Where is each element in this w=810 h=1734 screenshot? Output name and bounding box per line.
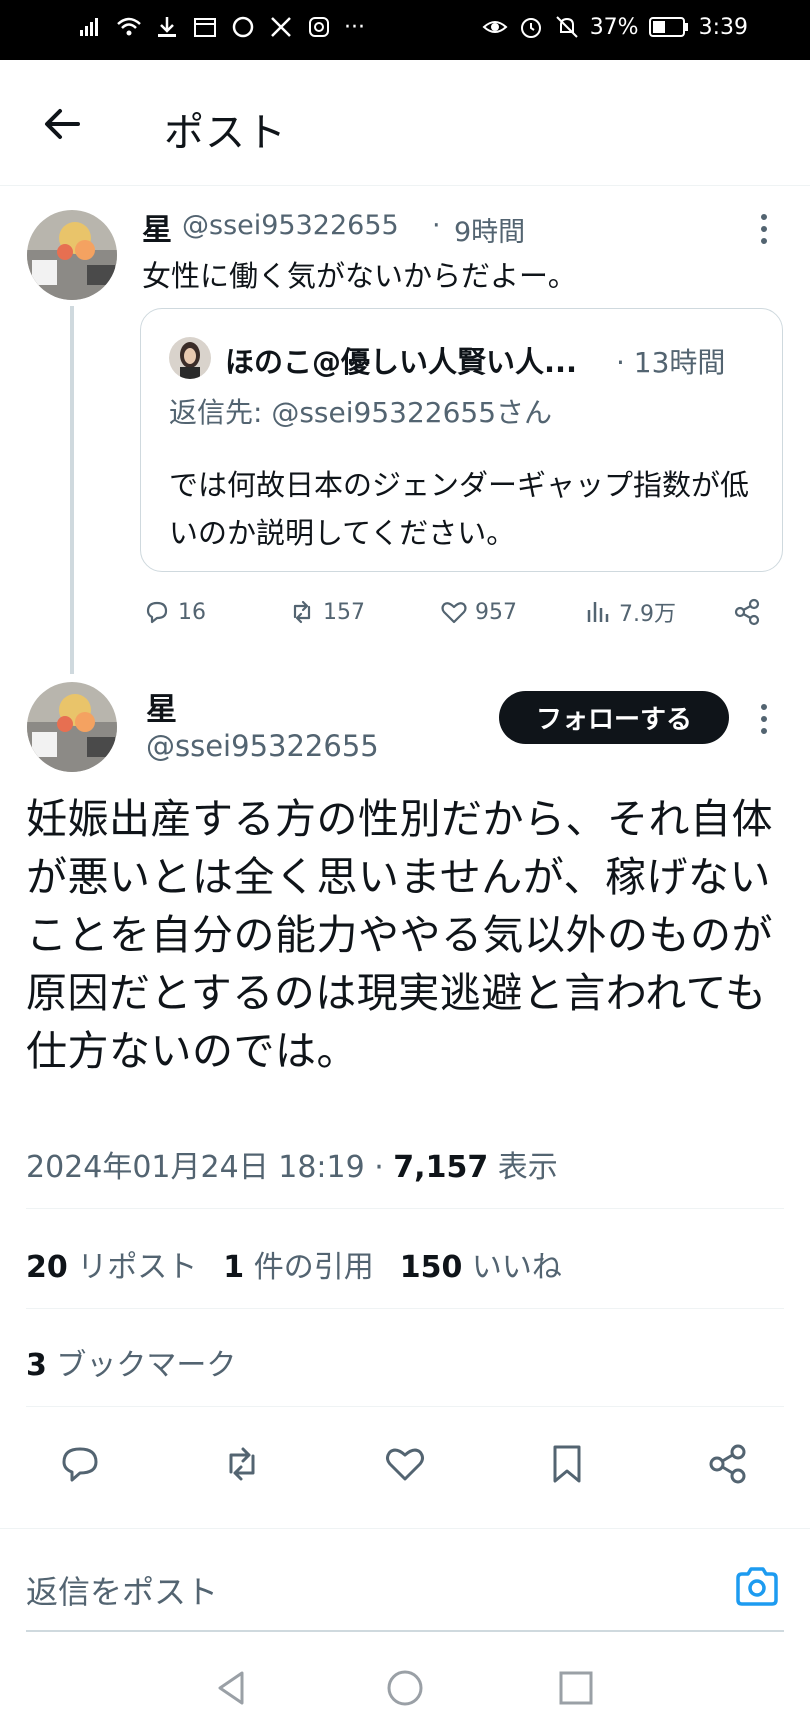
reposts-count: 20 [26,1250,68,1285]
like-icon[interactable] [383,1442,427,1486]
post-timestamp[interactable]: 2024年01月24日 18:19 · 7,157 表示 [26,1142,558,1186]
divider [26,1308,784,1309]
like-icon [441,602,467,624]
camera-icon[interactable] [734,1566,780,1608]
share-icon[interactable] [706,1442,750,1486]
quoted-post[interactable]: ほのこ@優しい人賢い人... · 13時間 返信先: @ssei95322655… [140,308,783,572]
like-action[interactable]: 957 [439,592,517,632]
avatar[interactable] [27,682,117,772]
likes-count: 150 [399,1250,463,1285]
reply-action[interactable]: 16 [142,592,206,632]
reply-icon [146,601,168,624]
reply-count: 16 [178,599,206,625]
status-left-icons: ··· [78,14,365,40]
likes-stat[interactable]: 150 いいね [400,1242,562,1286]
battery-percent: 37% [589,14,639,40]
share-action[interactable] [732,592,762,632]
home-nav-icon[interactable] [385,1668,425,1708]
signal-icon [80,18,98,36]
post-text: 女性に働く気がないからだよー。 [142,259,577,293]
clock: 3:39 [698,14,748,40]
reposts-label: リポスト [67,1250,198,1285]
quoted-reply-to: 返信先: @ssei95322655さん [169,396,553,429]
post-text: 妊娠出産する方の性別だから、それ自体が悪いとは全く思いませんが、稼げないことを自… [26,795,773,1075]
avatar-image [27,210,117,300]
wifi-icon [117,17,141,36]
divider [26,1208,784,1209]
reply-input[interactable]: 返信をポスト [26,1567,218,1613]
timestamp-text: 2024年01月24日 18:19 · [26,1150,394,1185]
share-icon [734,598,760,626]
back-arrow-icon[interactable] [38,100,86,148]
quoted-avatar-image [169,337,211,379]
calendar-icon [194,18,216,37]
bookmarks-stat[interactable]: 3 ブックマーク [26,1340,236,1384]
status-more: ··· [344,14,365,40]
reposts-stat[interactable]: 20 リポスト [26,1242,197,1286]
battery-icon [648,17,688,37]
more-vertical-icon[interactable] [758,212,770,246]
avatar[interactable] [27,210,117,300]
follow-button[interactable]: フォローする [499,691,729,744]
bookmark-icon[interactable] [545,1442,589,1486]
more-vertical-icon[interactable] [758,702,770,736]
reply-input-underline [26,1630,784,1632]
quoted-avatar [169,337,211,379]
separator-dot: · [432,210,441,241]
reply-icon[interactable] [58,1442,102,1486]
repost-icon [293,600,311,624]
divider [26,1406,784,1407]
download-icon [158,17,176,37]
status-right: 37% 3:39 [482,14,748,40]
views-count: 7,157 [393,1150,489,1185]
bookmarks-count: 3 [26,1348,47,1383]
circle-app-icon [232,16,254,38]
page-title: ポスト [164,110,287,156]
bookmarks-label: ブックマーク [46,1348,237,1383]
mute-icon [555,16,578,38]
repost-action[interactable]: 157 [287,592,365,632]
post-time[interactable]: 9時間 [454,210,525,249]
reply-bar-divider [0,1528,810,1529]
quotes-label: 件の引用 [244,1250,374,1285]
repost-count: 157 [323,599,365,625]
engagement-stats: 20 リポスト 1 件の引用 150 いいね [26,1242,562,1286]
quoted-time: · 13時間 [616,346,726,379]
quoted-text: では何故日本のジェンダーギャップ指数が低いのか説明してください。 [169,468,750,550]
likes-label: いいね [462,1250,562,1285]
thread-connector [70,306,74,674]
system-navigation-bar [0,1650,810,1734]
quotes-stat[interactable]: 1 件の引用 [223,1242,373,1286]
views-count: 7.9万 [619,602,676,627]
instagram-icon [309,17,329,37]
x-app-icon [271,17,291,37]
views-label: 表示 [488,1150,558,1185]
author-name[interactable]: 星 [142,205,172,249]
quoted-author-name: ほのこ@優しい人賢い人... [225,345,578,379]
author-handle[interactable]: @ssei95322655 [146,729,379,763]
views-action[interactable]: 7.9万 [583,592,676,632]
avatar-image [27,682,117,772]
recents-nav-icon[interactable] [556,1668,596,1708]
repost-icon[interactable] [220,1442,264,1486]
author-handle[interactable]: @ssei95322655 [182,210,399,241]
back-nav-icon[interactable] [212,1668,252,1708]
author-name[interactable]: 星 [146,684,177,729]
eye-icon [482,21,508,33]
status-bar: ··· 37% 3:39 [0,0,810,60]
views-icon [587,602,609,622]
top-app-bar: ポスト [0,60,810,186]
alarm-icon [520,18,541,38]
quotes-count: 1 [223,1250,245,1285]
like-count: 957 [475,599,517,625]
